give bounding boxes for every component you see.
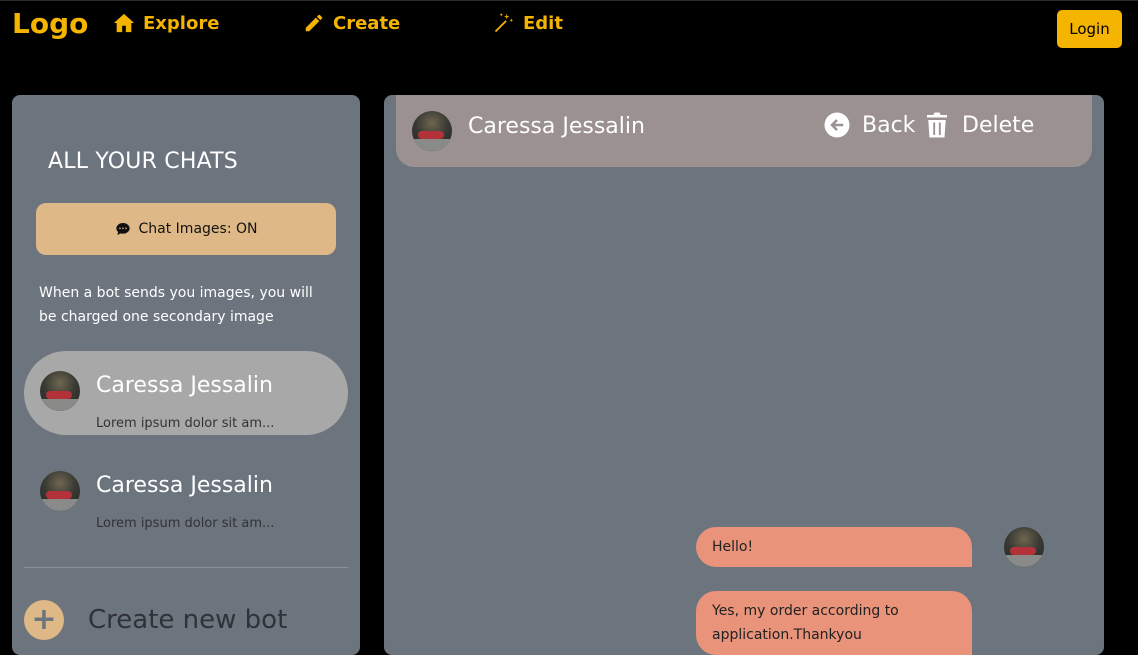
chat-pane: Caressa Jessalin Back Delete Hello! Yes,… bbox=[384, 95, 1104, 655]
nav-create[interactable]: Create bbox=[303, 12, 400, 34]
home-icon bbox=[113, 13, 135, 33]
back-label: Back bbox=[862, 112, 916, 138]
nav-create-label: Create bbox=[333, 12, 401, 34]
back-button[interactable]: Back bbox=[822, 110, 915, 140]
logo[interactable]: Logo bbox=[12, 7, 88, 40]
pencil-icon bbox=[305, 14, 323, 32]
create-new-bot-label: Create new bot bbox=[88, 605, 288, 635]
divider bbox=[24, 567, 348, 568]
message-bubble: Hello! bbox=[696, 527, 972, 567]
avatar bbox=[1004, 527, 1044, 567]
chat-item-name: Caressa Jessalin bbox=[96, 473, 273, 498]
nav-edit-label: Edit bbox=[523, 12, 563, 34]
chat-images-toggle-label: Chat Images: ON bbox=[138, 221, 258, 237]
magic-wand-icon bbox=[494, 12, 514, 33]
login-button[interactable]: Login bbox=[1057, 10, 1122, 48]
chat-header-name: Caressa Jessalin bbox=[468, 114, 645, 139]
chat-images-toggle[interactable]: Chat Images: ON bbox=[36, 203, 336, 255]
chat-list-item[interactable]: Caressa Jessalin Lorem ipsum dolor sit a… bbox=[24, 351, 348, 435]
create-new-bot-button[interactable]: + Create new bot bbox=[24, 600, 287, 640]
message-bubble: Yes, my order according to application.T… bbox=[696, 591, 972, 655]
chat-images-note: When a bot sends you images, you will be… bbox=[39, 285, 313, 325]
avatar bbox=[40, 371, 80, 411]
nav-explore[interactable]: Explore bbox=[113, 12, 219, 34]
chat-item-preview: Lorem ipsum dolor sit am... bbox=[96, 416, 275, 431]
nav-explore-label: Explore bbox=[143, 12, 220, 34]
delete-button[interactable]: Delete bbox=[922, 110, 1034, 140]
nav-edit[interactable]: Edit bbox=[493, 12, 563, 34]
arrow-left-circle-icon bbox=[824, 112, 850, 138]
chat-item-preview: Lorem ipsum dolor sit am... bbox=[96, 516, 275, 531]
chat-list-item[interactable]: Caressa Jessalin Lorem ipsum dolor sit a… bbox=[24, 451, 348, 535]
chat-item-name: Caressa Jessalin bbox=[96, 373, 273, 398]
chats-sidebar: ALL YOUR CHATS Chat Images: ON When a bo… bbox=[12, 95, 360, 655]
avatar bbox=[40, 471, 80, 511]
top-navbar: Logo Explore Create Edit Login bbox=[0, 0, 1138, 60]
trash-icon bbox=[927, 112, 947, 138]
delete-label: Delete bbox=[962, 112, 1035, 138]
comment-icon bbox=[115, 223, 130, 235]
avatar bbox=[412, 111, 452, 151]
sidebar-title: ALL YOUR CHATS bbox=[48, 149, 238, 174]
chat-header: Caressa Jessalin Back Delete bbox=[396, 95, 1092, 167]
plus-icon: + bbox=[24, 600, 64, 640]
